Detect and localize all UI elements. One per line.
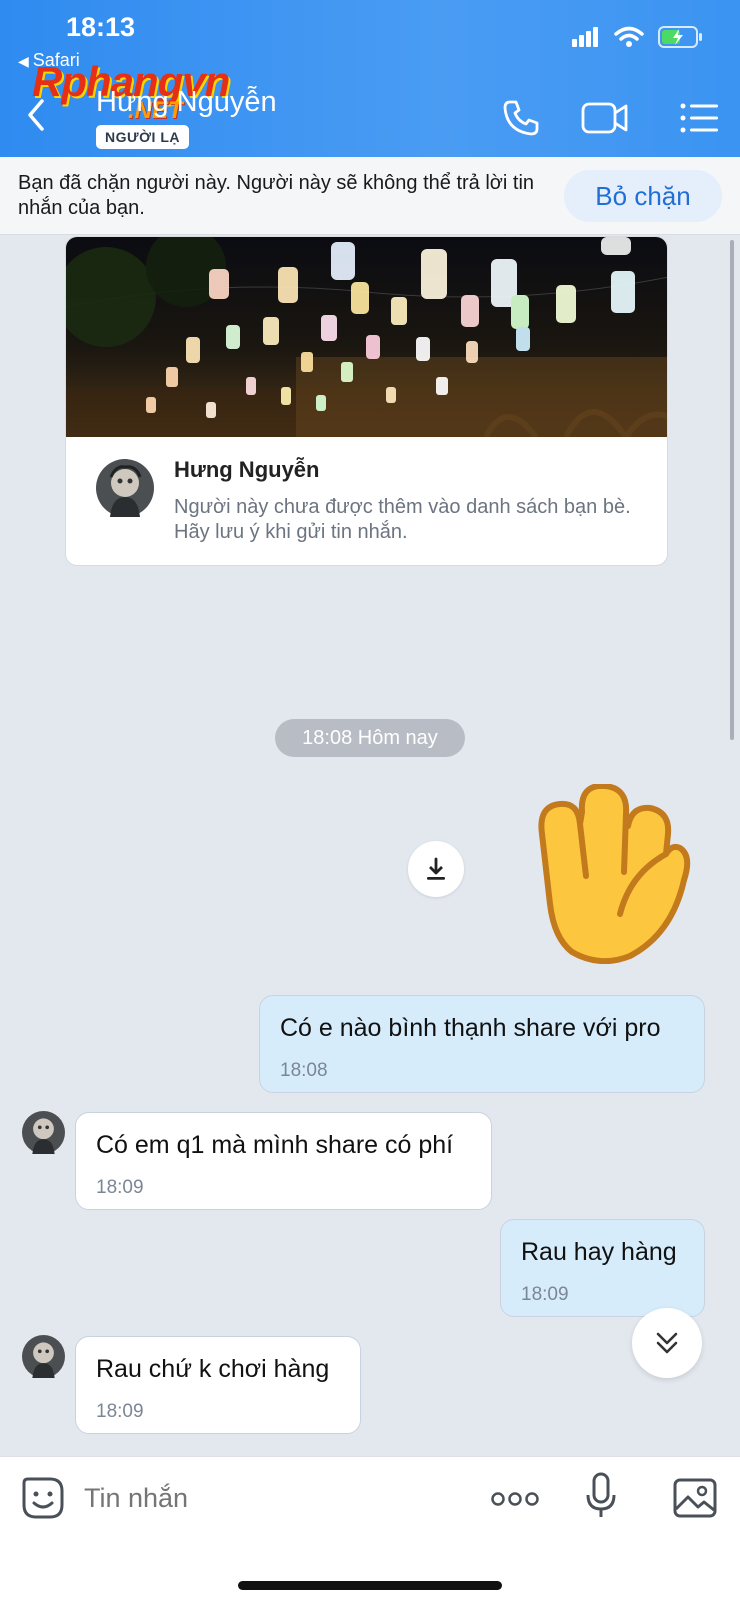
profile-name: Hưng Nguyễn: [174, 457, 320, 482]
download-icon: [427, 857, 445, 880]
message-text: Rau chứ k chơi hàng: [96, 1355, 330, 1383]
message-bubble-received[interactable]: Có em q1 mà mình share có phí 18:09: [75, 1112, 492, 1210]
profile-card[interactable]: Hưng Nguyễn Người này chưa được thêm vào…: [65, 236, 668, 566]
block-notice-text: Bạn đã chặn người này. Người này sẽ khôn…: [18, 172, 535, 219]
sticker-smile-icon: [22, 1477, 64, 1519]
message-time: 18:09: [521, 1284, 569, 1305]
voice-call-button[interactable]: [496, 96, 546, 140]
scroll-to-bottom-button[interactable]: [632, 1308, 702, 1378]
unblock-button[interactable]: Bỏ chặn: [564, 170, 722, 222]
contact-name[interactable]: Hưng Nguyễn: [96, 86, 277, 119]
chat-area[interactable]: Hưng Nguyễn Người này chưa được thêm vào…: [0, 236, 740, 1456]
chat-scrollbar[interactable]: [730, 240, 734, 740]
home-indicator[interactable]: [238, 1581, 502, 1590]
sticker-button[interactable]: [20, 1475, 66, 1521]
menu-list-icon: [680, 103, 718, 133]
message-time: 18:09: [96, 1401, 144, 1422]
message-text: Có e nào bình thạnh share với pro: [280, 1014, 661, 1042]
block-notice-banner: Bạn đã chặn người này. Người này sẽ khôn…: [0, 157, 740, 235]
phone-icon: [503, 100, 539, 136]
gallery-button[interactable]: [672, 1477, 718, 1519]
voice-record-button[interactable]: [585, 1471, 617, 1521]
image-gallery-icon: [673, 1478, 717, 1518]
status-icons: [572, 26, 704, 48]
message-input-bar: [0, 1456, 740, 1600]
back-icon: [28, 99, 44, 131]
back-triangle-icon: ◀: [18, 53, 29, 69]
download-button[interactable]: [408, 841, 464, 897]
more-options-button[interactable]: [490, 1479, 540, 1519]
date-separator: 18:08 Hôm nay: [275, 719, 465, 757]
message-bubble-received[interactable]: Rau chứ k chơi hàng 18:09: [75, 1336, 361, 1434]
message-text: Có em q1 mà mình share có phí: [96, 1131, 454, 1159]
profile-warning-note: Người này chưa được thêm vào danh sách b…: [174, 496, 631, 543]
message-bubble-sent[interactable]: Rau hay hàng 18:09: [500, 1219, 705, 1317]
raised-hand-sticker[interactable]: [520, 782, 692, 965]
message-time: 18:08: [280, 1060, 328, 1081]
sender-avatar[interactable]: [22, 1111, 65, 1154]
message-time: 18:09: [96, 1177, 144, 1198]
back-button[interactable]: [22, 95, 52, 135]
raised-hand-icon: [538, 782, 691, 965]
microphone-icon: [586, 1472, 616, 1517]
message-text: Rau hay hàng: [521, 1238, 677, 1266]
chat-header: 18:13 ◀ Safari Rphangvn .NET Hưng Nguyễn …: [0, 0, 740, 157]
video-call-icon: [581, 102, 628, 134]
double-chevron-down-icon: [656, 1332, 678, 1354]
message-bubble-sent[interactable]: Có e nào bình thạnh share với pro 18:08: [259, 995, 705, 1093]
options-menu-button[interactable]: [674, 96, 724, 140]
avatar[interactable]: [96, 459, 154, 517]
signal-icon: [572, 27, 598, 47]
battery-icon: [658, 26, 702, 48]
wifi-icon: [614, 26, 644, 47]
message-input[interactable]: [84, 1477, 464, 1519]
sender-avatar[interactable]: [22, 1335, 65, 1378]
more-dots-icon: [491, 1492, 539, 1506]
cover-photo: [66, 237, 667, 439]
video-call-button[interactable]: [580, 96, 630, 140]
status-time: 18:13: [66, 12, 136, 42]
stranger-badge: NGƯỜI LẠ: [96, 125, 189, 149]
